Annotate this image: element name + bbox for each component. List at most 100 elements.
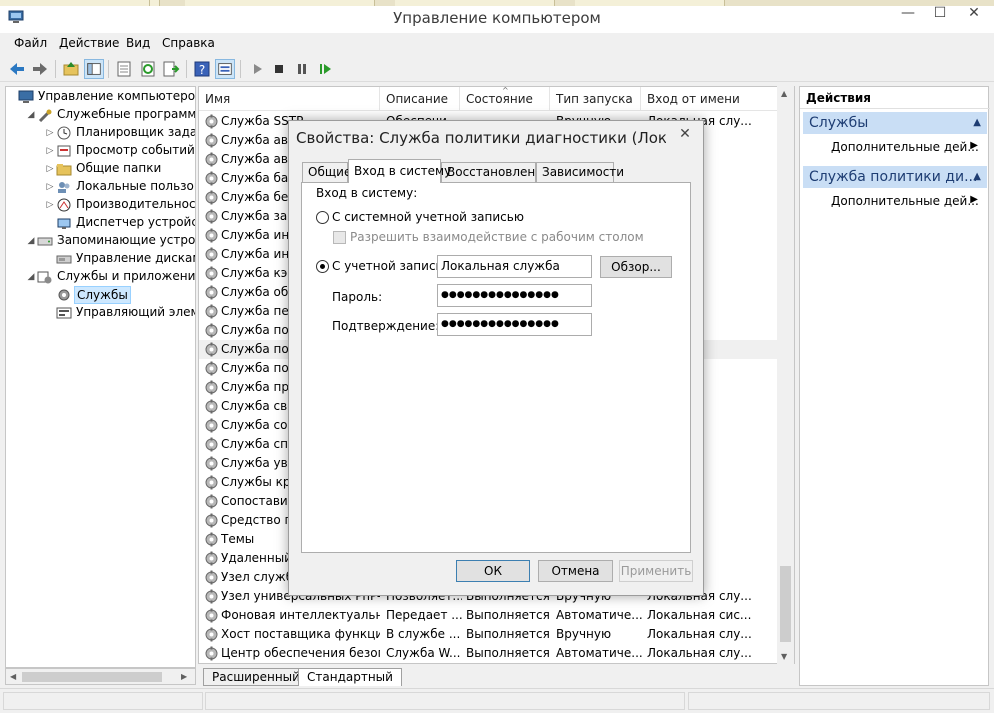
- log-on-tab-panel: Вход в систему: С системной учетной запи…: [301, 182, 691, 553]
- minimize-button[interactable]: —: [892, 0, 924, 26]
- show-hide-tree-icon[interactable]: [84, 59, 104, 79]
- list-vertical-scrollbar[interactable]: ▲ ▼: [777, 86, 794, 664]
- view-tabs: Расширенный Стандартный: [198, 668, 795, 686]
- cancel-button[interactable]: Отмена: [538, 560, 613, 582]
- service-gear-icon: [205, 380, 218, 395]
- taskbar-button[interactable]: [0, 0, 150, 6]
- menu-bar: Файл Действие Вид Справка: [0, 34, 994, 54]
- restart-service-icon[interactable]: [315, 59, 335, 79]
- tree-item[interactable]: Управление дисками: [6, 250, 195, 268]
- menu-action[interactable]: Действие: [59, 36, 119, 50]
- column-header-status[interactable]: Состояние ^: [460, 87, 550, 111]
- this-account-radio[interactable]: [316, 260, 329, 273]
- action-more-actions-services[interactable]: Дополнительные дей...: [831, 140, 979, 154]
- export-list-icon[interactable]: [161, 59, 181, 79]
- taskbar-button[interactable]: [185, 0, 375, 6]
- refresh-icon[interactable]: [138, 59, 158, 79]
- allow-desktop-checkbox[interactable]: [333, 231, 346, 244]
- tree-item[interactable]: ◢ Службы и приложения: [6, 268, 195, 286]
- tree-item[interactable]: Управляющий элемен: [6, 304, 195, 322]
- action-more-actions-diag-policy[interactable]: Дополнительные дей...: [831, 194, 979, 208]
- toolbar-separator: [108, 60, 109, 78]
- column-header-startup-type[interactable]: Тип запуска: [550, 87, 641, 111]
- forward-arrow-icon[interactable]: [30, 59, 50, 79]
- taskbar-button[interactable]: [575, 0, 725, 6]
- column-header-description[interactable]: Описание: [380, 87, 460, 111]
- tab-extended[interactable]: Расширенный: [203, 668, 309, 686]
- tree-item[interactable]: Службы: [6, 286, 195, 304]
- start-service-icon[interactable]: [247, 59, 267, 79]
- menu-help[interactable]: Справка: [162, 36, 215, 50]
- service-gear-icon: [205, 513, 218, 528]
- tree-scroll-thumb[interactable]: [22, 672, 162, 682]
- view-icon[interactable]: [215, 59, 235, 79]
- tree-item[interactable]: Управление компьютером (л: [6, 88, 195, 106]
- taskbar-strip: [0, 0, 994, 6]
- scroll-up-icon[interactable]: ▲: [781, 89, 787, 98]
- tree-item[interactable]: ▷ Локальные пользовате: [6, 178, 195, 196]
- expand-arrow-icon[interactable]: ▷: [45, 178, 55, 196]
- tab-recovery[interactable]: Восстановление: [441, 162, 550, 182]
- tree-item[interactable]: ◢ Служебные программы: [6, 106, 195, 124]
- ok-button[interactable]: ОК: [456, 560, 530, 582]
- service-properties-dialog: Свойства: Служба политики диагностики (Л…: [288, 120, 704, 596]
- password-input[interactable]: ●●●●●●●●●●●●●●●: [437, 284, 592, 307]
- collapse-arrow-icon[interactable]: ◢: [26, 232, 36, 250]
- scroll-right-icon[interactable]: ▶: [181, 672, 187, 681]
- table-row[interactable]: Фоновая интеллектуальна... Передает ... Вы…: [199, 606, 779, 625]
- tree-item[interactable]: ▷ Просмотр событий: [6, 142, 195, 160]
- taskbar-button[interactable]: [395, 0, 555, 6]
- table-row[interactable]: Хост поставщика функции... В службе ... Вы…: [199, 625, 779, 644]
- close-button[interactable]: ✕: [956, 0, 992, 26]
- column-header-name[interactable]: Имя: [199, 87, 380, 111]
- expand-arrow-icon[interactable]: ▷: [45, 196, 55, 214]
- tree-item[interactable]: ▷ Общие папки: [6, 160, 195, 178]
- table-cell: Хост поставщика функции...: [221, 627, 380, 641]
- column-header-log-on-as[interactable]: Вход от имени: [641, 87, 779, 111]
- properties-icon[interactable]: [114, 59, 134, 79]
- pause-service-icon[interactable]: [292, 59, 312, 79]
- expand-arrow-icon[interactable]: ▷: [45, 124, 55, 142]
- disk-icon: [56, 255, 72, 264]
- menu-file[interactable]: Файл: [14, 36, 47, 50]
- taskbar-button[interactable]: [150, 0, 160, 6]
- confirm-password-input[interactable]: ●●●●●●●●●●●●●●●: [437, 313, 592, 336]
- shared-folder-icon: [56, 164, 72, 176]
- collapse-arrow-icon[interactable]: ◢: [26, 268, 36, 286]
- toolbar-separator: [240, 60, 241, 78]
- table-row[interactable]: Центр обеспечения безоп... Служба W... Вып…: [199, 644, 779, 663]
- apply-button[interactable]: Применить: [619, 560, 693, 582]
- dialog-close-button[interactable]: ✕: [673, 125, 697, 143]
- help-icon[interactable]: ?: [192, 59, 212, 79]
- console-tree[interactable]: Управление компьютером (л◢Служебные прог…: [5, 86, 196, 668]
- title-bar[interactable]: Управление компьютером — ☐ ✕: [0, 0, 994, 33]
- list-scroll-thumb[interactable]: [780, 566, 791, 642]
- expand-arrow-icon[interactable]: ▷: [45, 160, 55, 178]
- scroll-down-icon[interactable]: ▼: [781, 652, 787, 661]
- tree-item[interactable]: ▷ Производительность: [6, 196, 195, 214]
- tree-item[interactable]: Диспетчер устройств: [6, 214, 195, 232]
- tab-dependencies[interactable]: Зависимости: [536, 162, 624, 182]
- scroll-left-icon[interactable]: ◀: [10, 672, 16, 681]
- tab-log-on[interactable]: Вход в систему: [348, 159, 451, 183]
- account-input[interactable]: Локальная служба: [437, 255, 592, 278]
- maximize-button[interactable]: ☐: [924, 0, 956, 26]
- browse-button[interactable]: Обзор...: [600, 256, 672, 278]
- table-cell: В службе ...: [386, 627, 461, 641]
- up-folder-icon[interactable]: [61, 59, 81, 79]
- expand-arrow-icon[interactable]: ▷: [45, 142, 55, 160]
- menu-view[interactable]: Вид: [126, 36, 150, 50]
- service-gear-icon: [205, 399, 218, 414]
- tree-horizontal-scrollbar[interactable]: ◀ ▶: [5, 668, 196, 685]
- device-manager-icon: [57, 218, 71, 229]
- tree-item[interactable]: ▷ Планировщик заданий: [6, 124, 195, 142]
- back-arrow-icon[interactable]: [7, 59, 27, 79]
- tab-standard[interactable]: Стандартный: [298, 668, 402, 686]
- actions-section-services[interactable]: Службы ▲: [803, 112, 987, 134]
- collapse-arrow-icon[interactable]: ◢: [26, 106, 36, 124]
- tree-item[interactable]: ◢ Запоминающие устройст: [6, 232, 195, 250]
- stop-service-icon[interactable]: [269, 59, 289, 79]
- actions-section-diag-policy[interactable]: Служба политики ди... ▲: [803, 166, 987, 188]
- local-system-radio[interactable]: [316, 211, 329, 224]
- tab-general[interactable]: Общие: [302, 162, 351, 182]
